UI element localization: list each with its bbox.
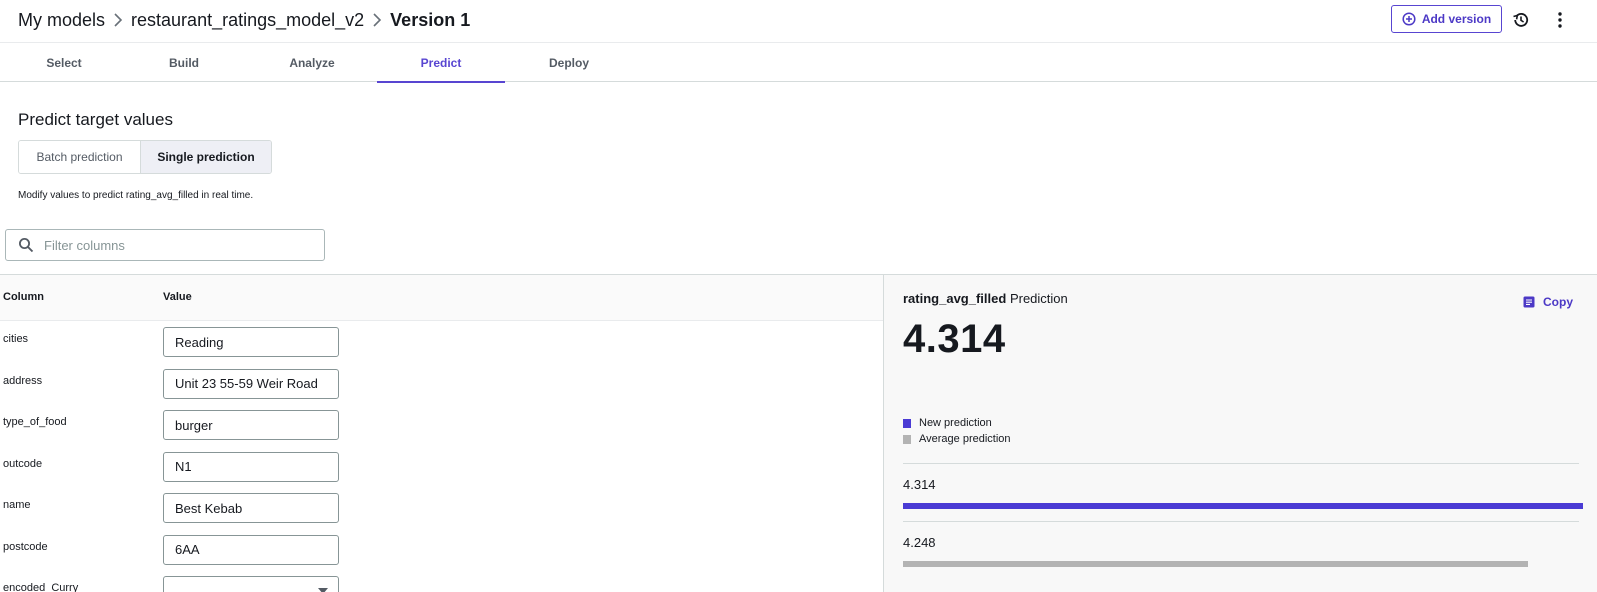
row-column-name: type_of_food [3,416,67,428]
row-column-name: postcode [3,540,48,553]
row-column-name: name [3,499,31,511]
filter-columns-field [5,229,325,261]
new-prediction-bar [903,503,1583,509]
table-row: postcode [0,529,883,571]
history-icon[interactable] [1509,8,1533,32]
batch-prediction-button[interactable]: Batch prediction [19,141,141,173]
chevron-right-icon [105,8,131,32]
prediction-title: rating_avg_filled Prediction [903,291,1068,306]
chevron-right-icon [364,8,390,32]
new-prediction-bar-label: 4.314 [903,477,936,492]
value-input-outcode[interactable] [163,451,339,482]
table-row: cities [0,321,883,363]
value-header: Value [163,291,192,303]
value-input-postcode[interactable] [163,534,339,565]
copy-icon [1523,296,1535,308]
single-prediction-button[interactable]: Single prediction [141,141,271,173]
legend-new-prediction: New prediction [903,415,1011,431]
table-row: type_of_food [0,404,883,446]
tab-predict[interactable]: Predict [377,43,505,83]
prediction-suffix: Prediction [1009,291,1068,306]
tab-analyze[interactable]: Analyze [248,43,376,82]
target-column-name: rating_avg_filled [903,291,1007,306]
divider [903,463,1579,464]
row-column-name: encoded_Curry [3,582,79,592]
workflow-tabs: Select Build Analyze Predict Deploy [0,43,1597,83]
table-row: outcode [0,446,883,488]
column-header: Column [3,291,44,303]
prediction-legend: New prediction Average prediction [903,415,1011,447]
average-prediction-bar [903,561,1528,567]
legend-swatch-average [903,434,911,444]
value-input-type-of-food[interactable] [163,410,339,440]
value-input-address[interactable] [163,368,339,399]
average-prediction-bar-label: 4.248 [903,535,936,550]
legend-average-prediction: Average prediction [903,431,1011,447]
breadcrumb-my-models[interactable]: My models [18,10,105,31]
average-prediction-bar-track [903,561,1583,567]
section-title: Predict target values [18,110,173,129]
value-input-cities[interactable] [163,327,339,357]
prediction-panel: rating_avg_filled Prediction Copy 4.314 … [884,274,1597,592]
breadcrumb-version: Version 1 [390,9,471,30]
tab-select[interactable]: Select [0,43,128,82]
value-input-name[interactable] [163,493,339,523]
add-version-button[interactable]: Add version [1391,5,1502,33]
breadcrumb-model[interactable]: restaurant_ratings_model_v2 [131,10,364,31]
legend-label-new: New prediction [919,417,992,429]
breadcrumb: My models restaurant_ratings_model_v2 Ve… [18,8,470,32]
legend-label-average: Average prediction [919,433,1011,445]
row-column-name: outcode [3,457,43,470]
prediction-mode-toggle: Batch prediction Single prediction [18,140,272,174]
search-icon [18,237,34,253]
prediction-value: 4.314 [903,317,1006,361]
table-header: Column Value [0,275,883,321]
feature-table: Column Value cities address type_of_food… [0,274,884,592]
new-prediction-bar-track [903,503,1583,509]
add-version-label: Add version [1421,12,1492,26]
copy-button[interactable]: Copy [1523,295,1573,309]
more-vertical-icon[interactable] [1548,8,1572,32]
copy-label: Copy [1543,295,1573,309]
plus-circle-icon [1402,12,1416,26]
tab-build[interactable]: Build [120,43,248,82]
row-column-name: address [3,374,43,387]
filter-columns-input[interactable] [44,237,294,253]
value-select-encoded-curry[interactable] [163,576,339,592]
table-row: address [0,363,883,405]
divider [903,521,1579,522]
table-row: name [0,487,883,529]
table-row: encoded_Curry [0,570,883,592]
page-header: My models restaurant_ratings_model_v2 Ve… [0,0,1597,43]
tab-deploy[interactable]: Deploy [505,43,633,82]
row-column-name: cities [3,333,29,345]
prediction-hint: Modify values to predict rating_avg_fill… [18,190,254,201]
legend-swatch-new [903,418,911,428]
caret-down-icon [318,588,328,592]
